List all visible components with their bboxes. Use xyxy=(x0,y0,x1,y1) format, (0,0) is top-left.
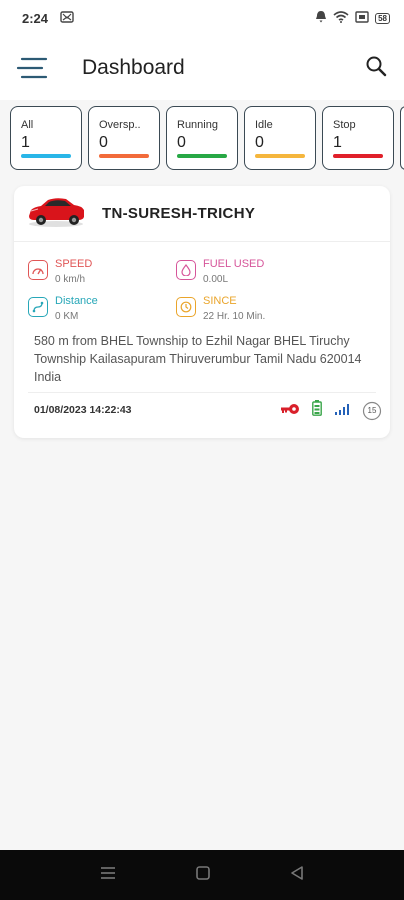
cast-icon xyxy=(355,10,369,26)
filter-all[interactable]: All 1 xyxy=(10,106,82,170)
filter-stop[interactable]: Stop 1 xyxy=(322,106,394,170)
signal-strength-icon xyxy=(334,402,350,420)
fuel-value: 0.00L xyxy=(203,274,229,285)
filter-label: Stop xyxy=(333,119,356,131)
history-badge-icon[interactable]: 15 xyxy=(362,401,382,421)
fuel-label: FUEL USED xyxy=(203,258,265,270)
battery-icon: 58 xyxy=(375,12,390,24)
since-label: SINCE xyxy=(203,295,237,307)
filter-label: All xyxy=(21,119,34,131)
clock-icon xyxy=(176,297,196,317)
system-nav-bar xyxy=(0,850,404,900)
speedometer-icon xyxy=(28,260,48,280)
filter-label: Oversp.. xyxy=(99,119,141,131)
filter-idle[interactable]: Idle 0 xyxy=(244,106,316,170)
search-icon xyxy=(366,56,387,77)
speed-metric: SPEED 0 km/h xyxy=(28,258,92,287)
filter-count: 1 xyxy=(21,134,30,151)
filter-count: 1 xyxy=(333,134,342,151)
filter-color-bar xyxy=(99,154,149,158)
fuel-drop-icon xyxy=(176,260,196,280)
status-filter-bar: All 1 Oversp.. 0 Running 0 Idle 0 Stop 1 xyxy=(10,106,404,170)
filter-count: 0 xyxy=(99,134,108,151)
filter-running[interactable]: Running 0 xyxy=(166,106,238,170)
vehicle-card[interactable]: TN-SURESH-TRICHY SPEED 0 km/h FUEL USED … xyxy=(14,186,390,438)
filter-more[interactable] xyxy=(400,106,404,170)
status-indicators: 58 xyxy=(315,10,390,26)
filter-color-bar xyxy=(255,154,305,158)
distance-metric: Distance 0 KM xyxy=(28,295,98,324)
car-icon xyxy=(29,198,84,227)
fuel-metric: FUEL USED 0.00L xyxy=(176,258,264,287)
filter-count: 0 xyxy=(177,134,186,151)
notification-icon xyxy=(60,10,74,26)
vehicle-name: TN-SURESH-TRICHY xyxy=(102,205,256,222)
speed-label: SPEED xyxy=(55,258,93,270)
filter-color-bar xyxy=(177,154,227,158)
filter-overspeed[interactable]: Oversp.. 0 xyxy=(88,106,160,170)
recent-apps-button[interactable] xyxy=(100,866,116,885)
filter-color-bar xyxy=(21,154,71,158)
last-update-datetime: 01/08/2023 14:22:43 xyxy=(34,404,132,416)
vehicle-address: 580 m from BHEL Township to Ezhil Nagar … xyxy=(34,334,362,384)
speed-value: 0 km/h xyxy=(55,274,86,285)
route-icon xyxy=(28,297,48,317)
vehicle-card-header: TN-SURESH-TRICHY xyxy=(14,186,390,242)
search-button[interactable] xyxy=(364,54,388,78)
vehicle-status-icons: 15 xyxy=(280,400,382,421)
menu-button[interactable] xyxy=(16,56,48,80)
menu-lines-icon xyxy=(101,866,115,879)
distance-label: Distance xyxy=(55,295,98,307)
filter-count: 0 xyxy=(255,134,264,151)
filter-label: Running xyxy=(177,119,218,131)
status-bar: 2:24 58 xyxy=(0,0,404,36)
ignition-key-icon xyxy=(280,402,300,420)
battery-status-icon xyxy=(312,400,322,421)
filter-color-bar xyxy=(333,154,383,158)
since-metric: SINCE 22 Hr. 10 Min. xyxy=(176,295,265,324)
filter-label: Idle xyxy=(255,119,273,131)
status-time: 2:24 xyxy=(22,10,49,26)
page-title: Dashboard xyxy=(82,56,185,79)
hamburger-icon xyxy=(16,57,48,79)
square-icon xyxy=(196,865,210,880)
back-button[interactable] xyxy=(290,865,304,885)
alarm-icon xyxy=(315,10,327,26)
home-button[interactable] xyxy=(196,865,210,885)
card-divider xyxy=(28,392,376,393)
history-badge-text: 15 xyxy=(367,405,377,415)
app-bar: Dashboard xyxy=(0,36,404,100)
distance-value: 0 KM xyxy=(55,311,79,322)
since-value: 22 Hr. 10 Min. xyxy=(203,311,266,322)
wifi-icon xyxy=(333,10,349,26)
back-triangle-icon xyxy=(291,865,303,880)
